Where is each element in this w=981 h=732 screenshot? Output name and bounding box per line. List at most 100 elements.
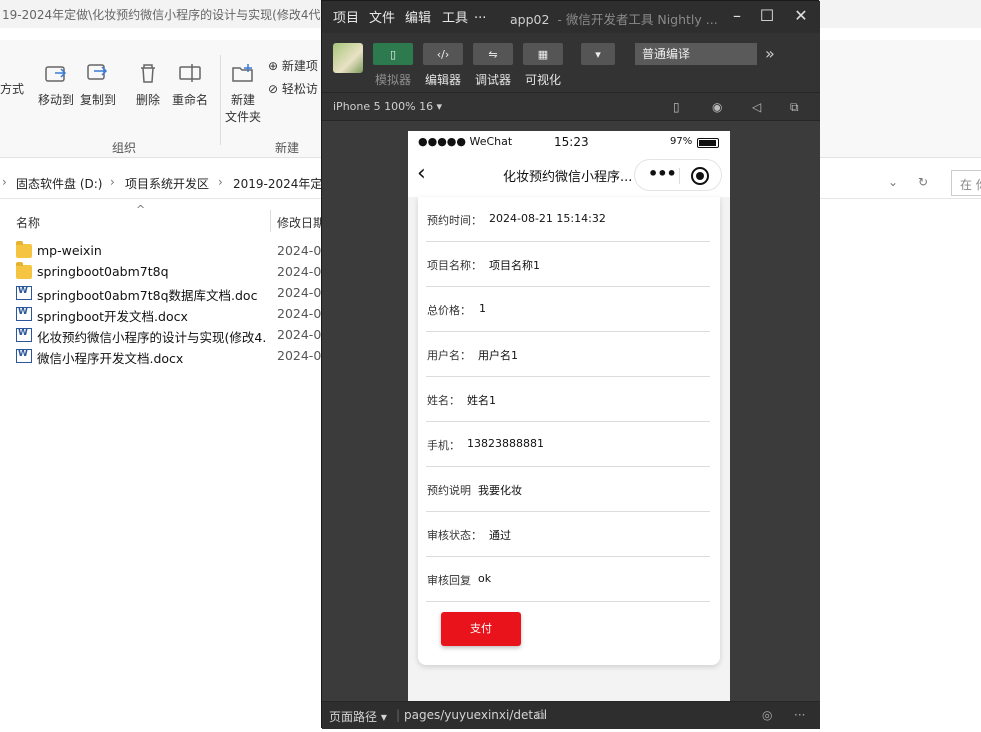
close-button[interactable]: ✕ <box>787 5 815 29</box>
debugger-button[interactable]: ⇋ <box>473 43 513 65</box>
file-name: 化妆预约微信小程序的设计与实现(修改4... <box>37 330 265 345</box>
more-dots-icon[interactable]: ••• <box>648 164 677 183</box>
trash-icon <box>141 64 155 83</box>
detail-label: 用户名： <box>427 349 471 362</box>
editor-button[interactable]: ‹/› <box>423 43 463 65</box>
battery-icon <box>697 138 719 148</box>
rename-button[interactable]: 重命名 <box>172 60 208 108</box>
file-name: springboot0abm7t8q <box>37 264 169 279</box>
detail-row-name: 姓名： 姓名1 <box>426 377 710 422</box>
file-name: 微信小程序开发文档.docx <box>37 351 184 366</box>
detail-row-review-reply: 审核回复 ok <box>426 557 710 602</box>
menu-more[interactable]: ... <box>474 7 486 22</box>
speaker-icon[interactable]: ◁ <box>752 100 761 114</box>
detail-value: 1 <box>479 302 486 315</box>
delete-label: 删除 <box>135 93 160 107</box>
file-row[interactable]: 化妆预约微信小程序的设计与实现(修改4... 2024-01 <box>16 325 329 345</box>
maximize-button[interactable]: ☐ <box>753 5 781 29</box>
window-icon[interactable]: ⧉ <box>790 100 799 115</box>
ribbon-group-new: 新建 <box>275 141 300 155</box>
new-item-button[interactable]: ⊕ 新建项 <box>268 57 318 74</box>
copy-to-button[interactable]: 复制到 <box>80 60 116 108</box>
compile-mode-select[interactable]: 普通编译 <box>635 43 757 65</box>
detail-label: 总价格： <box>427 304 471 317</box>
copy-to-label: 复制到 <box>80 93 117 107</box>
file-name: mp-weixin <box>37 243 102 258</box>
ribbon-group-organize: 组织 <box>112 141 137 155</box>
detail-label: 姓名： <box>427 394 460 407</box>
chevron-right-icon: › <box>110 175 115 189</box>
file-row[interactable]: springboot0abm7t8q数据库文档.doc 2024-01 <box>16 283 329 303</box>
app-title: app02 - 微信开发者工具 Nightly ... <box>510 9 718 28</box>
file-name: springboot0abm7t8q数据库文档.doc <box>37 288 258 303</box>
refresh-icon[interactable]: ↻ <box>918 175 928 189</box>
menu-tools[interactable]: 工具 <box>442 7 468 26</box>
more-horizontal-icon[interactable]: ··· <box>794 708 805 722</box>
explorer-search-input[interactable]: 在 你 <box>951 170 981 196</box>
record-icon[interactable]: ◉ <box>712 100 722 114</box>
word-doc-icon <box>16 349 32 363</box>
new-folder-button[interactable]: 新建 文件夹 <box>225 60 261 125</box>
detail-value: 我要化妆 <box>478 484 522 497</box>
nav-title: 化妆预约微信小程序... <box>503 170 633 185</box>
move-to-label: 移动到 <box>38 93 75 107</box>
breadcrumb-drive[interactable]: 固态软件盘 (D:) <box>16 175 102 192</box>
minimize-button[interactable]: – <box>723 5 751 29</box>
sort-up-icon: ^ <box>136 203 146 216</box>
layout-icon: ▦ <box>537 47 549 61</box>
breadcrumb-subfolder[interactable]: 2019-2024年定 <box>233 175 322 192</box>
close-circle-icon[interactable] <box>691 167 709 185</box>
detail-value: 通过 <box>489 529 511 542</box>
simulator-button[interactable]: ▯ <box>373 43 413 65</box>
detail-row-username: 用户名： 用户名1 <box>426 332 710 377</box>
breadcrumb-folder[interactable]: 项目系统开发区 <box>125 175 209 192</box>
file-row[interactable]: mp-weixin 2024-08 <box>16 241 329 261</box>
menu-edit[interactable]: 编辑 <box>405 7 431 26</box>
visual-button[interactable]: ▦ <box>523 43 563 65</box>
easy-access-label: 轻松访 <box>281 82 318 96</box>
chevron-right-icon: › <box>2 175 7 189</box>
detail-label: 预约说明 <box>427 484 471 497</box>
column-header-date[interactable]: 修改日期 <box>277 214 325 231</box>
detail-row-total-price: 总价格： 1 <box>426 287 710 332</box>
devtools-toolbar: ▯ 模拟器 ‹/› 编辑器 ⇋ 调试器 ▦ 可视化 ▾ 普通编译 » <box>322 33 820 93</box>
easy-access-button[interactable]: ⊘ 轻松访 <box>268 80 318 97</box>
file-row[interactable]: springboot0abm7t8q 2024-08 <box>16 262 329 282</box>
detail-value: 13823888881 <box>467 437 544 450</box>
delete-button[interactable]: 删除 <box>135 60 161 108</box>
explorer-title: 19-2024年定做\化妆预约微信小程序的设计与实现(修改4代码 <box>2 8 333 22</box>
move-to-button[interactable]: 移动到 <box>38 60 74 108</box>
pay-button[interactable]: 支付 <box>441 612 521 646</box>
phone-outline-icon[interactable]: ▯ <box>673 100 680 114</box>
device-select[interactable]: iPhone 5 100% 16 ▾ <box>333 100 442 113</box>
user-avatar[interactable] <box>333 43 363 73</box>
detail-row-description: 预约说明 我要化妆 <box>426 467 710 512</box>
eye-icon[interactable]: ◎ <box>762 708 772 722</box>
menu-project[interactable]: 项目 <box>333 7 359 26</box>
compile-mode-label: 普通编译 <box>642 47 691 61</box>
ribbon-separator <box>220 55 221 145</box>
rename-label: 重命名 <box>172 93 209 107</box>
word-doc-icon <box>16 307 32 321</box>
devtools-status-bar: 页面路径 ▾ | pages/yuyuexinxi/detail ⧉ ◎ ··· <box>322 701 820 729</box>
detail-card: 预约时间： 2024-08-21 15:14:32 项目名称： 项目名称1 总价… <box>418 197 720 665</box>
file-row[interactable]: springboot开发文档.docx 2024-01 <box>16 304 329 324</box>
column-separator[interactable] <box>270 210 271 232</box>
copy-icon[interactable]: ⧉ <box>536 708 545 723</box>
column-header-name[interactable]: 名称 <box>16 214 40 231</box>
page-path-dropdown[interactable]: 页面路径 ▾ <box>329 708 387 725</box>
back-arrow-icon[interactable]: ‹ <box>417 161 439 187</box>
chevron-down-icon[interactable]: ⌄ <box>888 175 898 189</box>
new-folder-icon <box>232 64 253 82</box>
file-row[interactable]: 微信小程序开发文档.docx 2024-01 <box>16 346 329 366</box>
page-path: pages/yuyuexinxi/detail <box>404 708 548 722</box>
mini-program-capsule: ••• <box>634 159 722 191</box>
file-name: springboot开发文档.docx <box>37 309 188 324</box>
phone-icon: ▯ <box>389 47 397 61</box>
menu-file[interactable]: 文件 <box>369 7 395 26</box>
double-chevron-right-icon[interactable]: » <box>765 44 775 63</box>
detail-row-phone: 手机： 13823888881 <box>426 422 710 467</box>
mode-dropdown[interactable]: ▾ <box>581 43 615 65</box>
rename-icon <box>179 64 201 82</box>
simulator-area: ●●●●● WeChat 15:23 97% ‹ 化妆预约微信小程序... ••… <box>322 121 820 701</box>
